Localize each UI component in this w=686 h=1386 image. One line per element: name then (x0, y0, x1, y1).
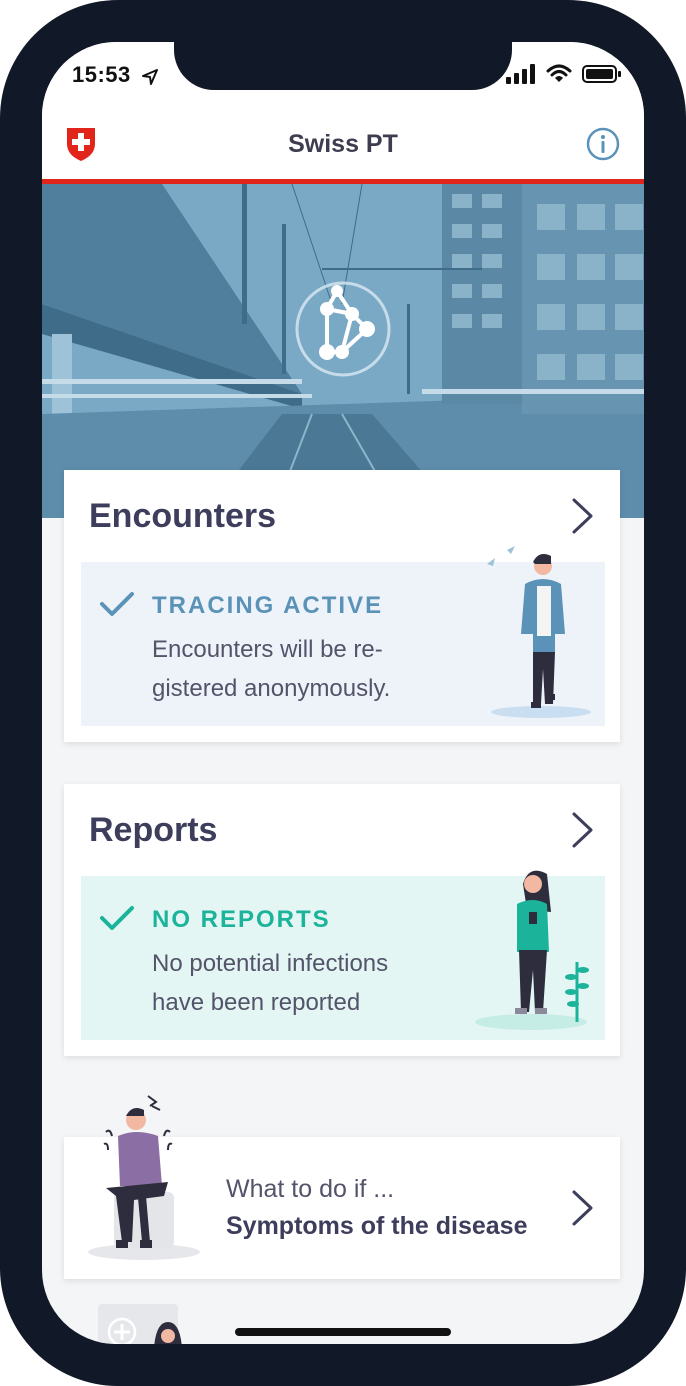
symptoms-subtitle: What to do if ... (226, 1175, 395, 1203)
encounters-title: Encounters (89, 497, 277, 535)
phone-frame: 15:53 Swiss PT Encounters TRACING ACTIVE… (0, 0, 686, 1386)
notch (174, 42, 512, 90)
info-button[interactable] (585, 126, 621, 162)
header-divider (42, 179, 644, 184)
person-head-illustration (154, 1322, 182, 1344)
tracing-status-box: TRACING ACTIVE Encounters will be re-gis… (81, 546, 605, 726)
reports-status-box: NO REPORTS No potential infections have … (81, 870, 605, 1040)
reports-title: Reports (89, 811, 218, 849)
home-indicator[interactable] (235, 1328, 451, 1336)
plus-circle-icon (107, 1317, 137, 1344)
location-arrow-icon (142, 69, 158, 85)
status-time: 15:53 (72, 62, 131, 87)
app-title: Swiss PT (288, 130, 398, 158)
chevron-right-icon[interactable] (570, 497, 596, 535)
tracing-status-text: Encounters will be re-gistered anonymous… (152, 636, 391, 702)
status-icons (506, 64, 622, 84)
symptoms-title: Symptoms of the disease (226, 1212, 528, 1240)
chevron-right-icon[interactable] (570, 811, 596, 849)
street-illustration (42, 184, 644, 518)
app-header: Swiss PT (42, 126, 644, 180)
woman-phone-illustration (475, 870, 589, 1030)
app-screen: 15:53 Swiss PT Encounters TRACING ACTIVE… (42, 42, 644, 1344)
tracing-status-label: TRACING ACTIVE (152, 592, 384, 619)
sick-person-illustration (88, 1095, 200, 1260)
reports-card[interactable]: Reports NO REPORTS No potential infectio… (64, 784, 620, 1056)
check-icon (100, 906, 134, 930)
battery-icon (582, 65, 621, 83)
check-icon (100, 592, 134, 616)
wifi-icon (546, 64, 572, 82)
chevron-right-icon[interactable] (570, 1189, 596, 1227)
reports-status-label: NO REPORTS (152, 906, 331, 933)
reports-status-text: No potential infections have been report… (152, 950, 389, 1016)
hero-image (42, 184, 644, 518)
walking-man-illustration (487, 546, 591, 718)
signal-icon (506, 64, 535, 84)
encounters-card[interactable]: Encounters TRACING ACTIVE Encounters wil… (64, 470, 620, 742)
